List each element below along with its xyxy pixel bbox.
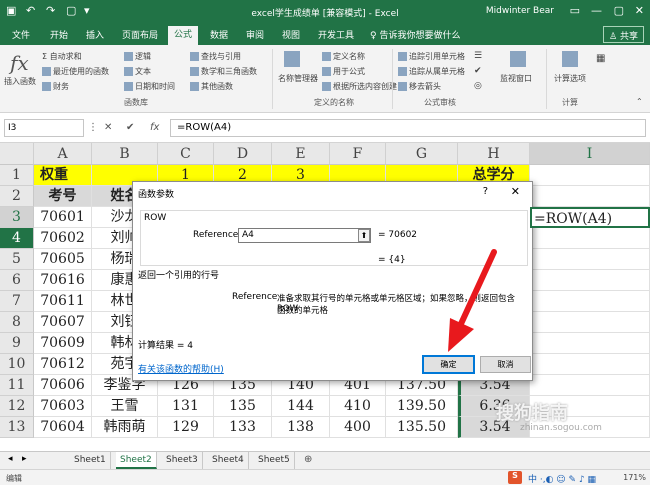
arrow-shaft (457, 249, 497, 329)
arrow-head (448, 318, 474, 352)
watermark: 搜狗指南 (496, 403, 568, 424)
watermark-url: zhinan.sogou.com (520, 423, 602, 433)
cell-i3[interactable]: =ROW(A4) (530, 207, 650, 228)
